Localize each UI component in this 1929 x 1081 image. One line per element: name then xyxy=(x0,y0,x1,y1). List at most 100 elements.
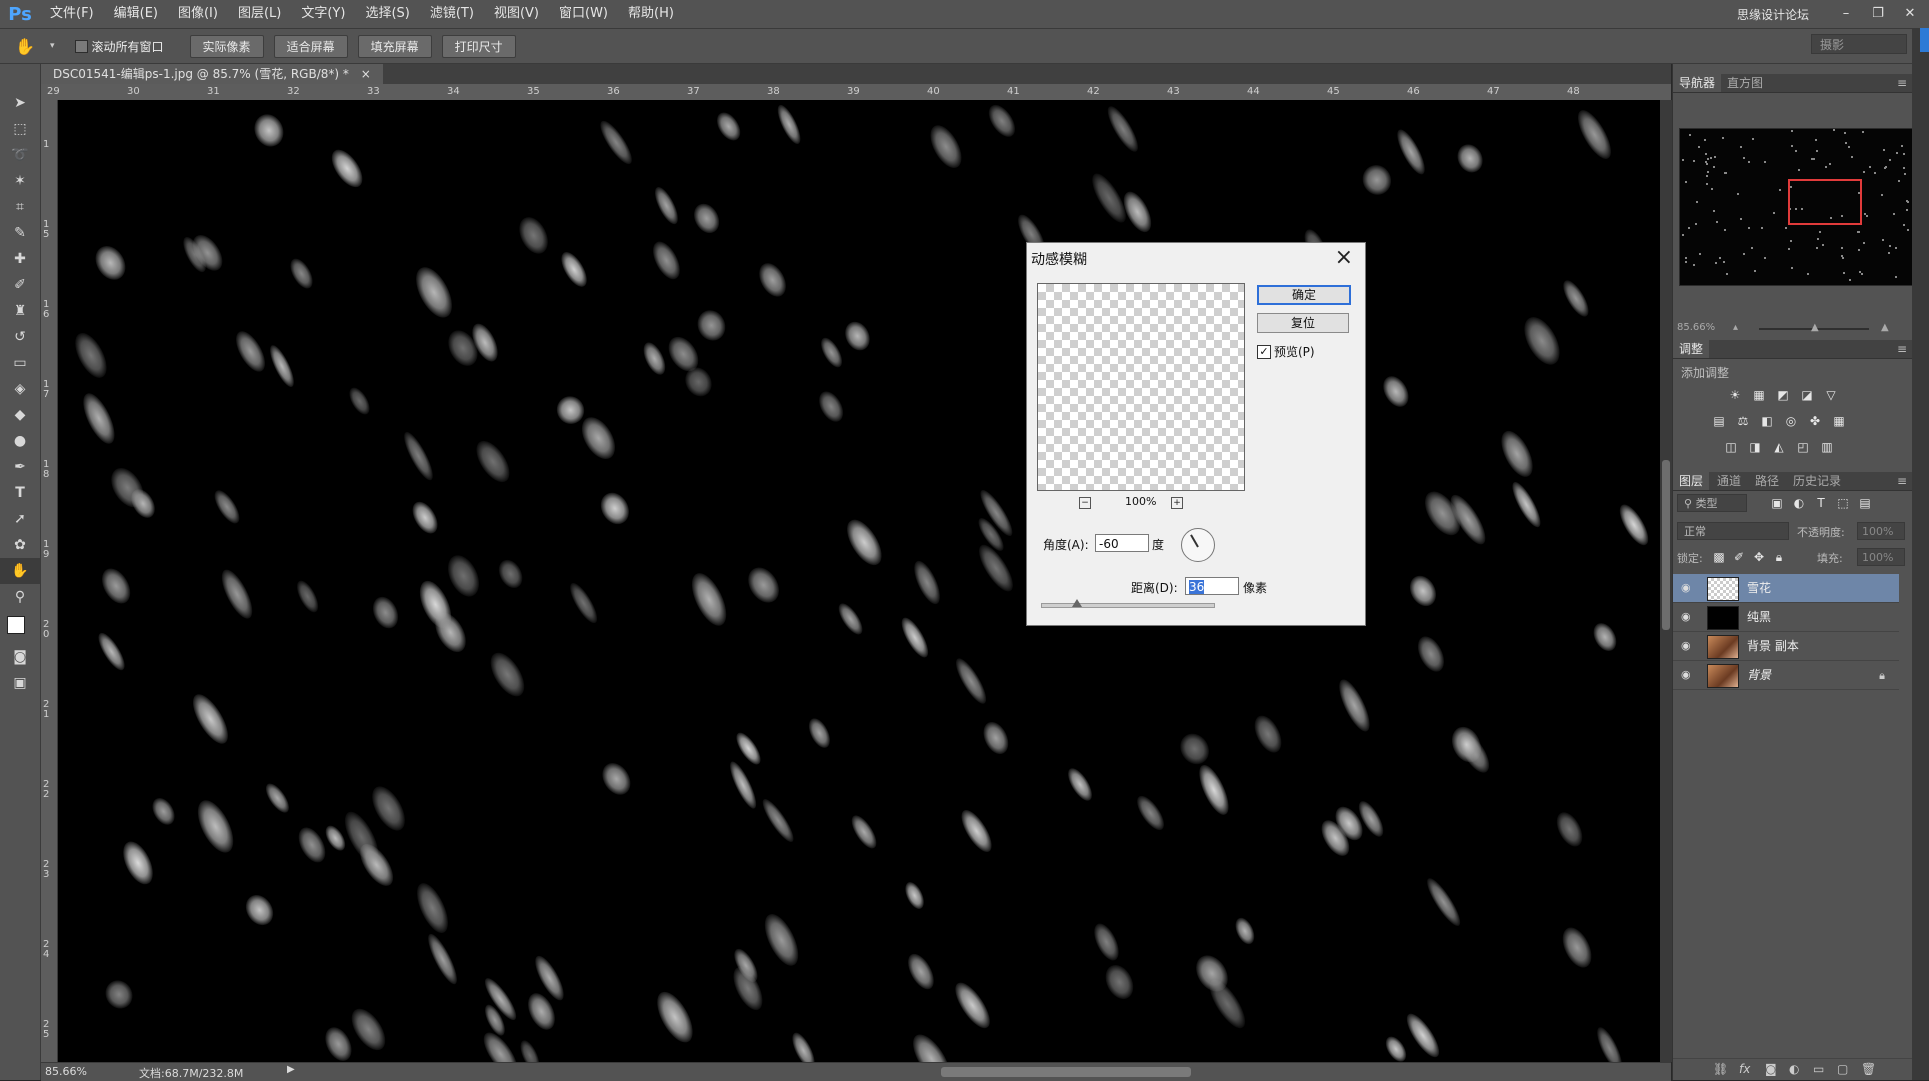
opacity-input[interactable]: 100% xyxy=(1857,522,1905,540)
new-layer-icon[interactable]: ▢ xyxy=(1837,1062,1848,1076)
photo-filter-icon[interactable]: ◎ xyxy=(1783,414,1799,428)
filter-preview[interactable] xyxy=(1037,283,1245,491)
lock-transparent-icon[interactable]: ▩ xyxy=(1711,550,1727,564)
layer-filter-kind[interactable]: ⚲ 类型 xyxy=(1677,494,1747,512)
visibility-eye-icon[interactable]: ◉ xyxy=(1681,611,1693,623)
actual-pixels-button[interactable]: 实际像素 xyxy=(189,34,264,58)
fit-screen-button[interactable]: 适合屏幕 xyxy=(273,34,348,58)
curves-icon[interactable]: ◩ xyxy=(1775,388,1791,402)
document-tab[interactable]: DSC01541-编辑ps-1.jpg @ 85.7% (雪花, RGB/8*)… xyxy=(41,64,383,84)
navigator-thumbnail[interactable] xyxy=(1679,128,1913,286)
close-window-icon[interactable]: ✕ xyxy=(1899,5,1921,23)
lock-position-icon[interactable]: ✥ xyxy=(1751,550,1767,564)
menu-filter[interactable]: 滤镜(T) xyxy=(420,0,484,28)
panel-menu-icon[interactable]: ≡ xyxy=(1897,340,1907,358)
fill-input[interactable]: 100% xyxy=(1857,548,1905,566)
workspace-switcher[interactable]: 摄影 xyxy=(1811,34,1907,54)
preview-option[interactable]: ✓ 预览(P) xyxy=(1257,343,1315,360)
menu-layer[interactable]: 图层(L) xyxy=(228,0,291,28)
zoom-out-mountain-icon[interactable]: ▴ xyxy=(1733,322,1738,333)
status-menu-arrow-icon[interactable]: ▶ xyxy=(287,1064,295,1075)
close-icon[interactable]: × xyxy=(1335,245,1353,270)
panel-menu-icon[interactable]: ≡ xyxy=(1897,472,1907,490)
hand-tool-icon[interactable]: ✋ xyxy=(0,558,40,584)
layer-row[interactable]: ◉ 纯黑 xyxy=(1673,603,1899,632)
layer-name[interactable]: 雪花 xyxy=(1747,574,1771,602)
lock-all-icon[interactable]: 🔒︎ xyxy=(1771,550,1787,564)
ok-button[interactable]: 确定 xyxy=(1257,285,1351,305)
vertical-scroll-thumb[interactable] xyxy=(1662,460,1670,630)
lasso-tool-icon[interactable]: ➰ xyxy=(0,142,40,168)
color-lookup-icon[interactable]: ▦ xyxy=(1831,414,1847,428)
color-swatches[interactable] xyxy=(0,610,40,644)
pen-tool-icon[interactable]: ✒ xyxy=(0,454,40,480)
channel-mixer-icon[interactable]: ✤ xyxy=(1807,414,1823,428)
dodge-tool-icon[interactable]: ● xyxy=(0,428,40,454)
gradient-map-icon[interactable]: ▥ xyxy=(1819,440,1835,454)
menu-select[interactable]: 选择(S) xyxy=(355,0,419,28)
blend-mode-select[interactable]: 正常 xyxy=(1677,522,1789,540)
link-layers-icon[interactable]: ⛓ xyxy=(1713,1062,1728,1076)
menu-edit[interactable]: 编辑(E) xyxy=(104,0,168,28)
horizontal-scroll-thumb[interactable] xyxy=(941,1067,1191,1077)
threshold-icon[interactable]: ◭ xyxy=(1771,440,1787,454)
panel-menu-icon[interactable]: ≡ xyxy=(1897,74,1907,92)
menu-file[interactable]: 文件(F) xyxy=(40,0,104,28)
color-balance-icon[interactable]: ⚖ xyxy=(1735,414,1751,428)
layer-row[interactable]: ◉ 背景 副本 xyxy=(1673,632,1899,661)
move-tool-icon[interactable]: ➤ xyxy=(0,90,40,116)
navigator-zoom-value[interactable]: 85.66% xyxy=(1677,322,1715,333)
menu-window[interactable]: 窗口(W) xyxy=(549,0,618,28)
filter-type-icon[interactable]: T xyxy=(1813,496,1829,510)
new-adjustment-icon[interactable]: ◐ xyxy=(1789,1062,1799,1076)
hand-tool-icon[interactable]: ✋ xyxy=(10,37,40,56)
scroll-all-checkbox[interactable] xyxy=(74,39,88,53)
visibility-eye-icon[interactable]: ◉ xyxy=(1681,582,1693,594)
vibrance-icon[interactable]: ▽ xyxy=(1823,388,1839,402)
posterize-icon[interactable]: ◨ xyxy=(1747,440,1763,454)
levels-icon[interactable]: ▦ xyxy=(1751,388,1767,402)
history-brush-tool-icon[interactable]: ↺ xyxy=(0,324,40,350)
tab-channels[interactable]: 通道 xyxy=(1711,472,1747,490)
layer-name[interactable]: 纯黑 xyxy=(1747,603,1771,631)
exposure-icon[interactable]: ◪ xyxy=(1799,388,1815,402)
delete-layer-icon[interactable]: 🗑︎ xyxy=(1861,1062,1876,1076)
filter-smart-object-icon[interactable]: ▤ xyxy=(1857,496,1873,510)
filter-adjustment-icon[interactable]: ◐ xyxy=(1791,496,1807,510)
distance-slider-thumb[interactable] xyxy=(1072,599,1082,607)
navigator-zoom-thumb[interactable]: ▲ xyxy=(1811,322,1819,333)
zoom-tool-icon[interactable]: ⚲ xyxy=(0,584,40,610)
tool-preset-chevron-icon[interactable]: ▾ xyxy=(50,41,55,51)
quick-mask-icon[interactable]: ◙ xyxy=(0,644,40,670)
document-canvas[interactable] xyxy=(58,100,1660,1062)
panel-accent-tab[interactable] xyxy=(1920,28,1929,52)
healing-brush-tool-icon[interactable]: ✚ xyxy=(0,246,40,272)
angle-dial[interactable] xyxy=(1181,528,1215,562)
layer-name[interactable]: 背景 xyxy=(1747,661,1771,689)
brightness-contrast-icon[interactable]: ☀ xyxy=(1727,388,1743,402)
scroll-all-windows-option[interactable]: 滚动所有窗口 xyxy=(74,38,164,55)
layer-row[interactable]: ◉ 雪花 xyxy=(1673,574,1899,603)
tab-paths[interactable]: 路径 xyxy=(1749,472,1785,490)
tab-histogram[interactable]: 直方图 xyxy=(1721,74,1769,92)
filter-pixel-icon[interactable]: ▣ xyxy=(1769,496,1785,510)
foreground-color-swatch[interactable] xyxy=(7,616,25,634)
restore-icon[interactable]: ❐ xyxy=(1867,5,1889,23)
filter-shape-icon[interactable]: ⬚ xyxy=(1835,496,1851,510)
zoom-in-mountain-icon[interactable]: ▲ xyxy=(1881,322,1889,333)
layer-mask-icon[interactable]: ◙ xyxy=(1765,1062,1777,1076)
screen-mode-icon[interactable]: ▣ xyxy=(0,670,40,696)
layer-name[interactable]: 背景 副本 xyxy=(1747,632,1799,660)
distance-slider[interactable] xyxy=(1041,599,1215,608)
distance-input[interactable]: 36 xyxy=(1185,577,1239,595)
reset-button[interactable]: 复位 xyxy=(1257,313,1349,333)
zoom-out-icon[interactable]: − xyxy=(1079,497,1091,509)
navigator-view-box[interactable] xyxy=(1788,179,1862,225)
paint-bucket-tool-icon[interactable]: ◈ xyxy=(0,376,40,402)
angle-input[interactable]: -60 xyxy=(1095,534,1149,552)
menu-help[interactable]: 帮助(H) xyxy=(618,0,684,28)
shape-tool-icon[interactable]: ✿ xyxy=(0,532,40,558)
visibility-eye-icon[interactable]: ◉ xyxy=(1681,640,1693,652)
selective-color-icon[interactable]: ◰ xyxy=(1795,440,1811,454)
menu-image[interactable]: 图像(I) xyxy=(168,0,228,28)
